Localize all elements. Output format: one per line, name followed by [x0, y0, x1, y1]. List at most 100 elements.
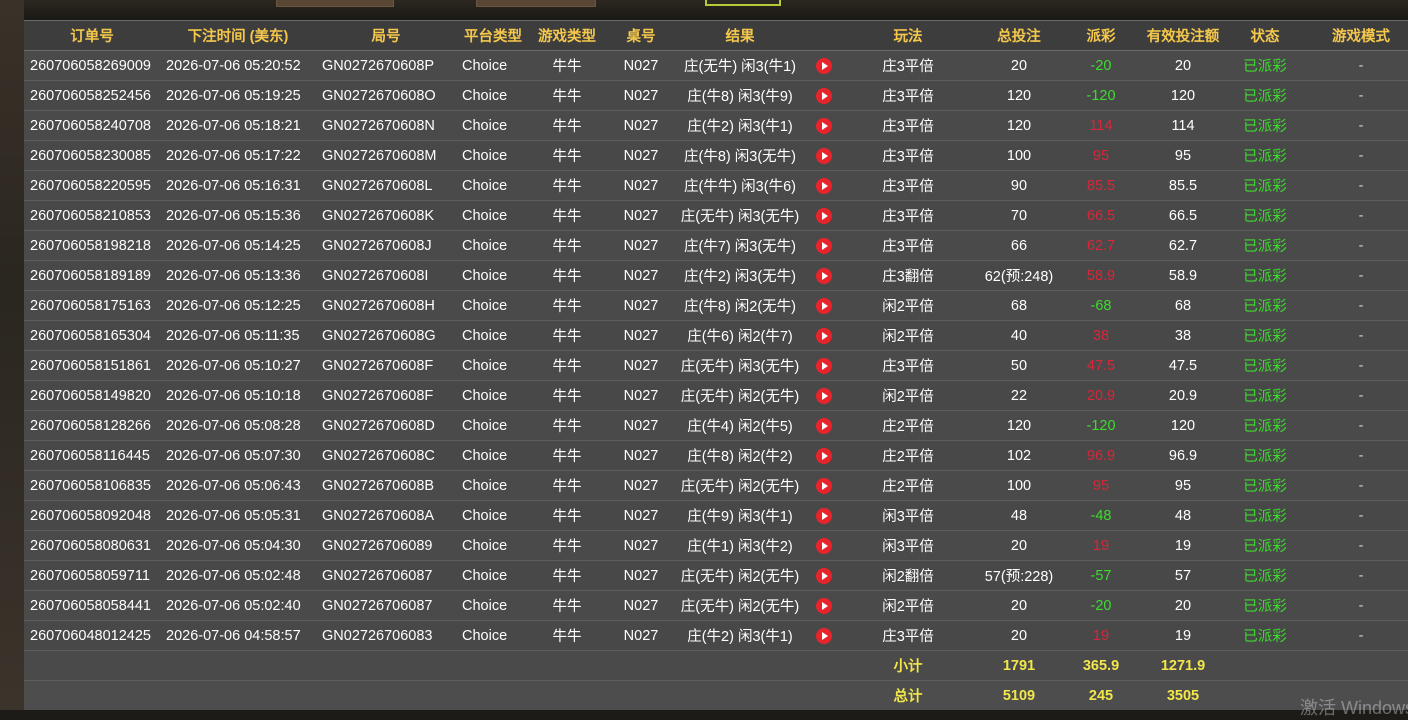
- col-round-no[interactable]: 局号: [316, 20, 456, 51]
- windows-activation-watermark: 激活 Windows: [1300, 698, 1408, 718]
- subtotal-bet: 1791: [970, 650, 1068, 681]
- play-method-cell: 庄3平倍: [846, 50, 970, 81]
- game-type-cell: 牛牛: [530, 320, 604, 351]
- subtotal-row: 小计 1791 365.9 1271.9: [24, 650, 1408, 681]
- play-video-icon[interactable]: [816, 87, 832, 104]
- total-bet-cell: 100: [970, 470, 1068, 501]
- play-method-cell: 庄3翻倍: [846, 260, 970, 291]
- video-cell: [802, 380, 846, 411]
- result-cell: 庄(牛2) 闲3(牛1): [678, 620, 802, 651]
- col-play-method[interactable]: 玩法: [846, 20, 970, 51]
- left-background: [0, 0, 24, 710]
- play-video-icon[interactable]: [816, 387, 832, 404]
- video-cell: [802, 230, 846, 261]
- result-cell: 庄(无牛) 闲2(无牛): [678, 470, 802, 501]
- toolbar-button-3[interactable]: [705, 0, 781, 6]
- order-no-cell: 260706058220595: [24, 170, 160, 201]
- order-no-cell: 260706048012425: [24, 620, 160, 651]
- order-no-cell: 260706058059711: [24, 560, 160, 591]
- play-video-icon[interactable]: [816, 57, 832, 74]
- table-no-cell: N027: [604, 50, 678, 81]
- result-cell: 庄(牛2) 闲3(牛1): [678, 110, 802, 141]
- play-video-icon[interactable]: [816, 597, 832, 614]
- play-video-icon[interactable]: [816, 477, 832, 494]
- game-type-cell: 牛牛: [530, 530, 604, 561]
- total-bet-cell: 70: [970, 200, 1068, 231]
- col-table-no[interactable]: 桌号: [604, 20, 678, 51]
- order-no-cell: 260706058149820: [24, 380, 160, 411]
- game-mode-cell: -: [1298, 200, 1408, 231]
- total-row: 总计 5109 245 3505: [24, 680, 1408, 710]
- round-no-cell: GN0272670608K: [316, 200, 456, 231]
- col-platform[interactable]: 平台类型: [456, 20, 530, 51]
- bet-records-table-container: 订单号 下注时间 (美东) 局号 平台类型 游戏类型 桌号 结果 玩法 总投注 …: [24, 20, 1408, 710]
- round-no-cell: GN0272670608L: [316, 170, 456, 201]
- game-type-cell: 牛牛: [530, 590, 604, 621]
- play-video-icon[interactable]: [816, 117, 832, 134]
- table-no-cell: N027: [604, 410, 678, 441]
- payout-cell: -57: [1068, 560, 1134, 591]
- platform-cell: Choice: [456, 530, 530, 561]
- play-video-icon[interactable]: [816, 567, 832, 584]
- total-bet-cell: 20: [970, 530, 1068, 561]
- payout-cell: 62.7: [1068, 230, 1134, 261]
- video-cell: [802, 290, 846, 321]
- play-video-icon[interactable]: [816, 537, 832, 554]
- play-video-icon[interactable]: [816, 267, 832, 284]
- col-game-type[interactable]: 游戏类型: [530, 20, 604, 51]
- game-type-cell: 牛牛: [530, 80, 604, 111]
- payout-cell: 95: [1068, 470, 1134, 501]
- play-video-icon[interactable]: [816, 507, 832, 524]
- bet-time-cell: 2026-07-06 05:10:18: [160, 380, 316, 411]
- col-order-no[interactable]: 订单号: [24, 20, 160, 51]
- table-no-cell: N027: [604, 170, 678, 201]
- table-no-cell: N027: [604, 110, 678, 141]
- col-status[interactable]: 状态: [1232, 20, 1298, 51]
- platform-cell: Choice: [456, 470, 530, 501]
- table-no-cell: N027: [604, 350, 678, 381]
- col-total-bet[interactable]: 总投注: [970, 20, 1068, 51]
- valid-bet-cell: 120: [1134, 80, 1232, 111]
- play-video-icon[interactable]: [816, 327, 832, 344]
- toolbar-button-1[interactable]: [276, 0, 394, 7]
- game-type-cell: 牛牛: [530, 290, 604, 321]
- play-video-icon[interactable]: [816, 147, 832, 164]
- status-cell: 已派彩: [1232, 350, 1298, 381]
- platform-cell: Choice: [456, 350, 530, 381]
- play-video-icon[interactable]: [816, 447, 832, 464]
- play-video-icon[interactable]: [816, 357, 832, 374]
- play-video-icon[interactable]: [816, 177, 832, 194]
- play-video-icon[interactable]: [816, 207, 832, 224]
- status-cell: 已派彩: [1232, 80, 1298, 111]
- game-mode-cell: -: [1298, 350, 1408, 381]
- play-method-cell: 庄3平倍: [846, 170, 970, 201]
- valid-bet-cell: 20: [1134, 590, 1232, 621]
- col-payout[interactable]: 派彩: [1068, 20, 1134, 51]
- play-video-icon[interactable]: [816, 297, 832, 314]
- play-video-icon[interactable]: [816, 627, 832, 644]
- table-row: 260706048012425 2026-07-06 04:58:57 GN0272…: [24, 620, 1408, 651]
- table-row: 260706058269009 2026-07-06 05:20:52 GN0272…: [24, 50, 1408, 81]
- total-payout: 245: [1068, 680, 1134, 710]
- toolbar-button-2[interactable]: [476, 0, 596, 7]
- total-bet-cell: 120: [970, 410, 1068, 441]
- result-cell: 庄(无牛) 闲2(无牛): [678, 380, 802, 411]
- payout-cell: 19: [1068, 530, 1134, 561]
- table-no-cell: N027: [604, 560, 678, 591]
- table-no-cell: N027: [604, 320, 678, 351]
- play-video-icon[interactable]: [816, 237, 832, 254]
- round-no-cell: GN0272670608B: [316, 470, 456, 501]
- col-valid-bet[interactable]: 有效投注额: [1134, 20, 1232, 51]
- payout-cell: 66.5: [1068, 200, 1134, 231]
- table-no-cell: N027: [604, 380, 678, 411]
- play-video-icon[interactable]: [816, 417, 832, 434]
- platform-cell: Choice: [456, 290, 530, 321]
- col-bet-time[interactable]: 下注时间 (美东): [160, 20, 316, 51]
- order-no-cell: 260706058210853: [24, 200, 160, 231]
- bet-time-cell: 2026-07-06 05:10:27: [160, 350, 316, 381]
- table-row: 260706058240708 2026-07-06 05:18:21 GN0272…: [24, 110, 1408, 141]
- game-mode-cell: -: [1298, 50, 1408, 81]
- col-game-mode[interactable]: 游戏模式: [1298, 20, 1408, 51]
- round-no-cell: GN02726706089: [316, 530, 456, 561]
- col-result[interactable]: 结果: [678, 20, 802, 51]
